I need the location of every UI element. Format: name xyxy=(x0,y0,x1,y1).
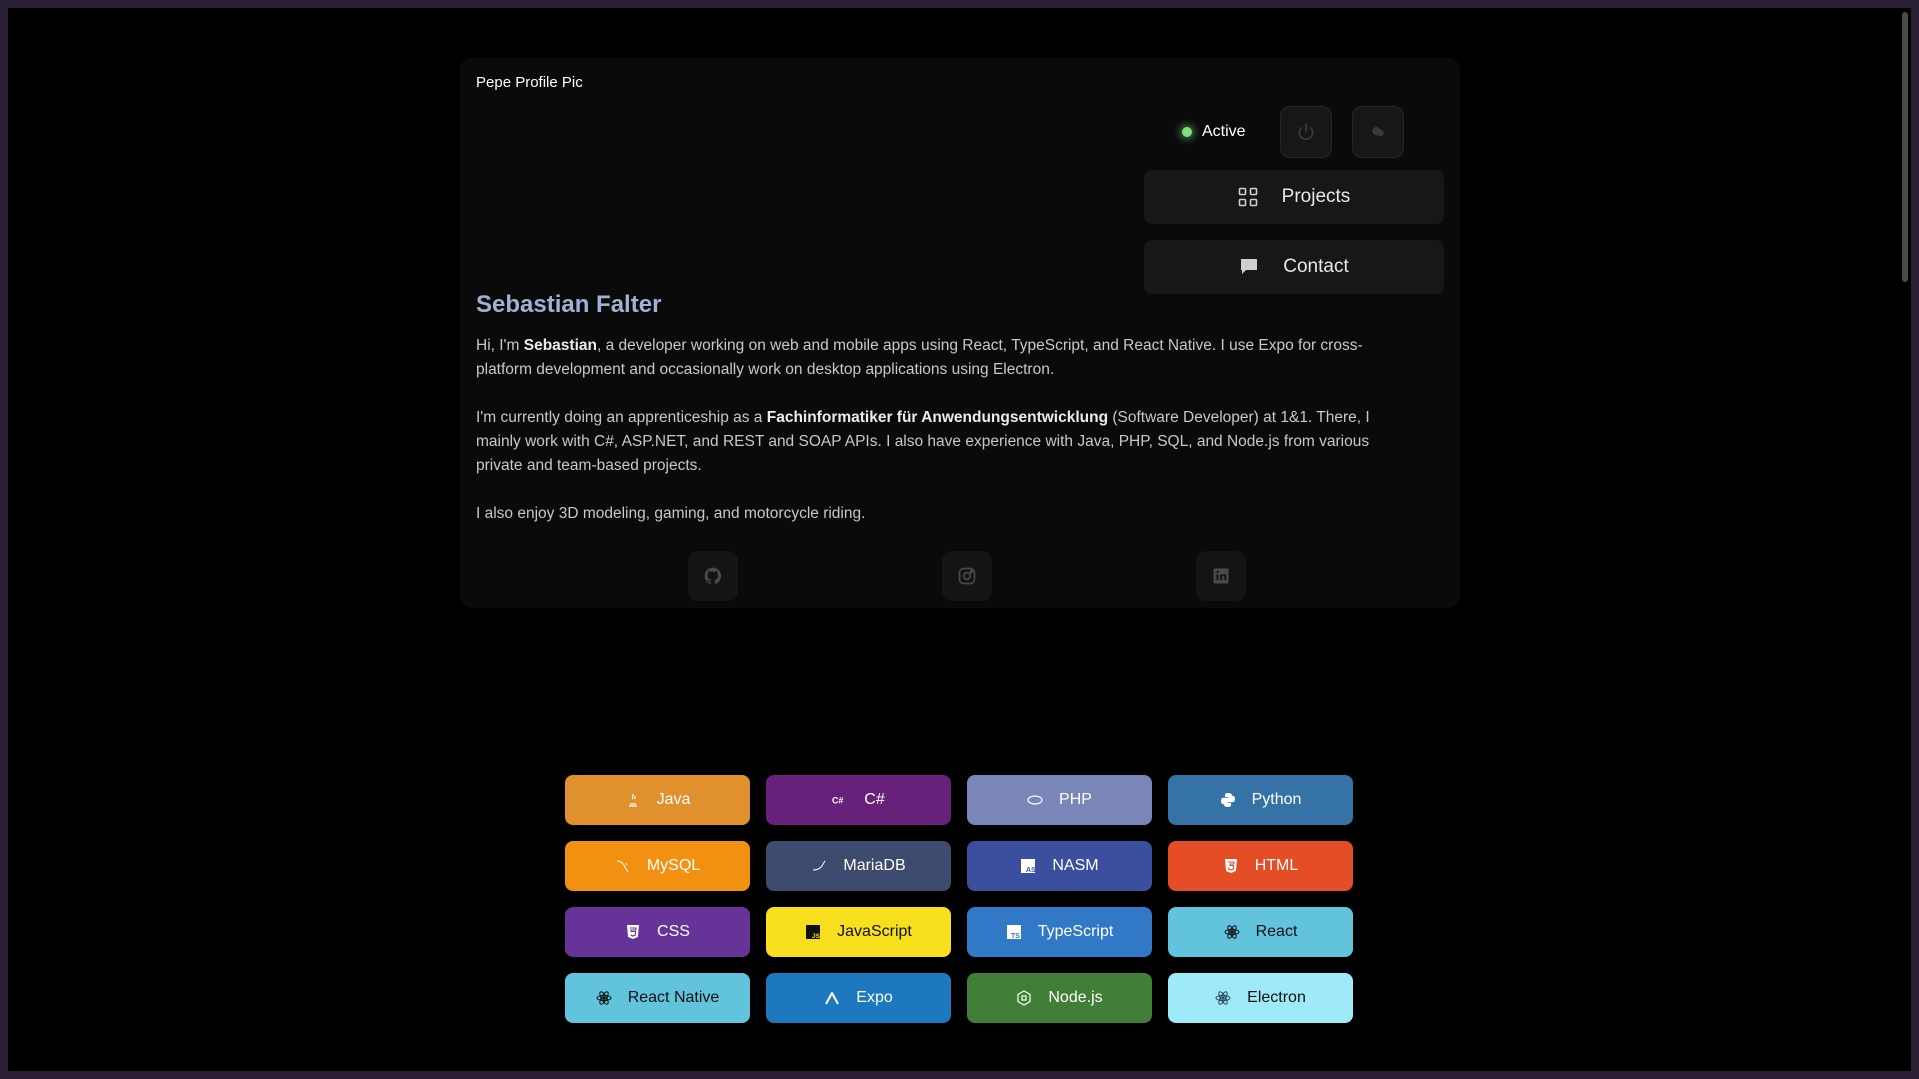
java-icon xyxy=(625,792,641,808)
github-link[interactable] xyxy=(688,551,738,601)
skill-badge: C# C# xyxy=(766,775,951,825)
javascript-icon: JS xyxy=(805,924,821,940)
contact-label: Contact xyxy=(1283,256,1349,277)
linkedin-icon xyxy=(1213,568,1229,584)
status-bar: Active xyxy=(1182,105,1404,159)
power-button[interactable] xyxy=(1279,106,1332,158)
skill-badge: Python xyxy=(1168,775,1353,825)
skill-label: Electron xyxy=(1247,989,1306,1006)
skill-badge: React Native xyxy=(565,973,750,1023)
svg-text:C#: C# xyxy=(832,796,843,806)
css-icon xyxy=(625,924,641,940)
skill-label: PHP xyxy=(1059,791,1092,808)
skill-label: JavaScript xyxy=(837,923,912,940)
skill-badge: HTML xyxy=(1168,841,1353,891)
skill-label: React Native xyxy=(627,989,720,1006)
php-icon xyxy=(1027,792,1043,808)
svg-text:JS: JS xyxy=(812,933,821,940)
typescript-icon: TS xyxy=(1006,924,1022,940)
electron-icon xyxy=(1215,990,1231,1006)
profile-name: Sebastian Falter xyxy=(476,291,662,318)
bio-paragraph-2: I'm currently doing an apprenticeship as… xyxy=(476,409,1370,474)
bio-paragraph-1: Hi, I'm Sebastian, a developer working o… xyxy=(476,337,1363,378)
power-icon xyxy=(1298,123,1314,140)
mariadb-icon xyxy=(811,858,827,874)
projects-label: Projects xyxy=(1281,186,1351,207)
skill-label: Node.js xyxy=(1048,989,1103,1006)
instagram-link[interactable] xyxy=(942,551,992,601)
skill-label: Expo xyxy=(856,989,893,1006)
skill-badge: TS TypeScript xyxy=(967,907,1152,957)
skill-label: MySQL xyxy=(646,857,701,874)
skill-badge: JS JavaScript xyxy=(766,907,951,957)
skill-badge: React xyxy=(1168,907,1353,957)
status-label: Active xyxy=(1202,123,1246,140)
linkedin-link[interactable] xyxy=(1196,551,1246,601)
contact-button[interactable]: Contact xyxy=(1144,240,1444,294)
projects-button[interactable]: Projects xyxy=(1144,170,1444,224)
nodejs-icon xyxy=(1016,990,1032,1006)
skill-label: HTML xyxy=(1254,857,1299,874)
skill-badge: Node.js xyxy=(967,973,1152,1023)
scrollbar-thumb[interactable] xyxy=(1902,12,1908,282)
nasm-icon: AS xyxy=(1020,858,1036,874)
chat-icon xyxy=(1241,259,1258,274)
skill-label: TypeScript xyxy=(1037,923,1114,940)
svg-text:TS: TS xyxy=(1011,933,1020,940)
status-indicator-dot xyxy=(1182,127,1192,137)
expo-icon xyxy=(824,990,840,1006)
cloud-icon xyxy=(1371,127,1384,137)
skill-label: Java xyxy=(656,791,691,808)
grid-icon xyxy=(1238,187,1257,207)
react-icon xyxy=(596,990,612,1006)
profile-card: Pepe Profile Pic Active Projects Contact… xyxy=(460,58,1460,608)
skills-grid: Java C# C# PHP Python MySQL MariaDB AS NASM HTML C… xyxy=(565,775,1353,1023)
html-icon xyxy=(1223,858,1239,874)
csharp-icon: C# xyxy=(832,792,848,808)
skill-badge: MariaDB xyxy=(766,841,951,891)
mysql-icon xyxy=(615,858,631,874)
profile-picture: Pepe Profile Pic xyxy=(476,74,583,91)
skill-label: C# xyxy=(864,791,885,808)
skill-badge: Electron xyxy=(1168,973,1353,1023)
skill-label: React xyxy=(1255,923,1298,940)
skill-badge: PHP xyxy=(967,775,1152,825)
skill-badge: CSS xyxy=(565,907,750,957)
react-icon xyxy=(1224,924,1240,940)
skill-badge: Expo xyxy=(766,973,951,1023)
skill-label: MariaDB xyxy=(843,857,906,874)
skill-label: CSS xyxy=(657,923,690,940)
bio-text: Hi, I'm Sebastian, a developer working o… xyxy=(476,334,1416,550)
svg-text:AS: AS xyxy=(1026,867,1036,874)
skill-badge: MySQL xyxy=(565,841,750,891)
instagram-icon xyxy=(958,567,976,585)
page-viewport: Pepe Profile Pic Active Projects Contact… xyxy=(8,8,1911,1071)
skill-badge: Java xyxy=(565,775,750,825)
skill-label: NASM xyxy=(1052,857,1099,874)
bio-paragraph-3: I also enjoy 3D modeling, gaming, and mo… xyxy=(476,505,866,522)
skill-badge: AS NASM xyxy=(967,841,1152,891)
python-icon xyxy=(1220,792,1236,808)
theme-button[interactable] xyxy=(1351,106,1404,158)
skill-label: Python xyxy=(1251,791,1302,808)
github-icon xyxy=(704,567,722,584)
